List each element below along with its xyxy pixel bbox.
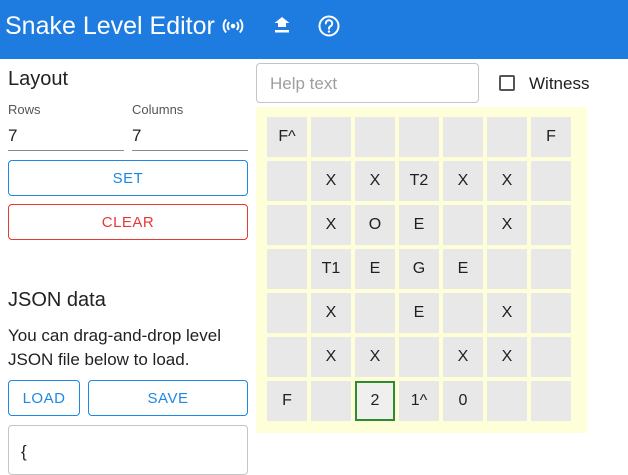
- broadcast-icon[interactable]: [221, 14, 245, 38]
- columns-value: 7: [132, 126, 142, 145]
- set-button[interactable]: SET: [8, 160, 248, 196]
- json-heading: JSON data: [8, 289, 106, 311]
- help-circle-icon[interactable]: [317, 14, 341, 38]
- grid-cell[interactable]: E: [355, 249, 395, 289]
- json-textarea-value: {: [21, 442, 27, 461]
- grid-cell[interactable]: 1^: [399, 381, 439, 421]
- grid-cell[interactable]: X: [311, 205, 351, 245]
- grid-cell[interactable]: [531, 161, 571, 201]
- grid-cell[interactable]: X: [443, 161, 483, 201]
- grid-cell[interactable]: [267, 161, 307, 201]
- grid-cell[interactable]: [311, 381, 351, 421]
- app-title: Snake Level Editor: [5, 12, 215, 40]
- clear-button[interactable]: CLEAR: [8, 204, 248, 240]
- grid-cell[interactable]: [355, 293, 395, 333]
- grid-cell[interactable]: X: [311, 337, 351, 377]
- rows-label: Rows: [8, 102, 41, 117]
- grid-cell[interactable]: [267, 337, 307, 377]
- grid-cell[interactable]: [355, 117, 395, 157]
- rows-input[interactable]: 7: [8, 124, 124, 151]
- grid-cell[interactable]: [399, 117, 439, 157]
- grid-cell[interactable]: [267, 249, 307, 289]
- columns-label: Columns: [132, 102, 184, 117]
- grid-cell[interactable]: [531, 293, 571, 333]
- grid-cell[interactable]: F^: [267, 117, 307, 157]
- grid-cell[interactable]: [443, 205, 483, 245]
- help-text-input[interactable]: Help text: [256, 63, 479, 103]
- grid-cell[interactable]: F: [531, 117, 571, 157]
- grid-cell[interactable]: [487, 249, 527, 289]
- help-text-placeholder: Help text: [270, 74, 338, 93]
- grid-cell[interactable]: [531, 381, 571, 421]
- json-help-line-1: You can drag-and-drop level: [8, 326, 221, 345]
- load-button[interactable]: LOAD: [8, 380, 80, 416]
- grid-cell[interactable]: [531, 337, 571, 377]
- grid-cell[interactable]: [443, 117, 483, 157]
- json-help-line-2: JSON file below to load.: [8, 350, 190, 369]
- grid-cell[interactable]: [443, 293, 483, 333]
- grid-cell[interactable]: [399, 337, 439, 377]
- columns-input[interactable]: 7: [132, 124, 248, 151]
- grid-cell[interactable]: [487, 381, 527, 421]
- grid-cell[interactable]: 0: [443, 381, 483, 421]
- grid-cell[interactable]: X: [355, 161, 395, 201]
- grid-cell[interactable]: X: [311, 161, 351, 201]
- grid-cell[interactable]: X: [487, 293, 527, 333]
- grid-cell[interactable]: X: [487, 205, 527, 245]
- grid-cell[interactable]: [487, 117, 527, 157]
- save-button[interactable]: SAVE: [88, 380, 248, 416]
- app-bar: Snake Level Editor: [0, 0, 628, 59]
- grid-cell[interactable]: O: [355, 205, 395, 245]
- grid-cell[interactable]: T1: [311, 249, 351, 289]
- level-grid: F^ F X X T2 X X X O E X T1 E G E X E X X X X X F 2 1^ 0: [267, 117, 571, 421]
- grid-cell[interactable]: [531, 249, 571, 289]
- grid-cell[interactable]: [531, 205, 571, 245]
- grid-cell[interactable]: X: [487, 337, 527, 377]
- grid-cell[interactable]: E: [399, 205, 439, 245]
- grid-cell[interactable]: E: [443, 249, 483, 289]
- grid-cell[interactable]: [311, 117, 351, 157]
- grid-cell[interactable]: E: [399, 293, 439, 333]
- grid-cell[interactable]: X: [443, 337, 483, 377]
- grid-cell[interactable]: X: [355, 337, 395, 377]
- grid-cell[interactable]: F: [267, 381, 307, 421]
- grid-cell[interactable]: X: [311, 293, 351, 333]
- grid-cell[interactable]: T2: [399, 161, 439, 201]
- grid-cell[interactable]: 2: [355, 381, 395, 421]
- grid-cell[interactable]: [267, 205, 307, 245]
- witness-label: Witness: [529, 74, 590, 93]
- grid-cell[interactable]: G: [399, 249, 439, 289]
- grid-cell[interactable]: X: [487, 161, 527, 201]
- layout-heading: Layout: [8, 68, 69, 90]
- level-board: F^ F X X T2 X X X O E X T1 E G E X E X X X X X F 2 1^ 0: [256, 107, 587, 433]
- witness-checkbox[interactable]: [499, 75, 515, 91]
- rows-value: 7: [8, 126, 18, 145]
- upload-icon[interactable]: [270, 14, 294, 38]
- grid-cell[interactable]: [267, 293, 307, 333]
